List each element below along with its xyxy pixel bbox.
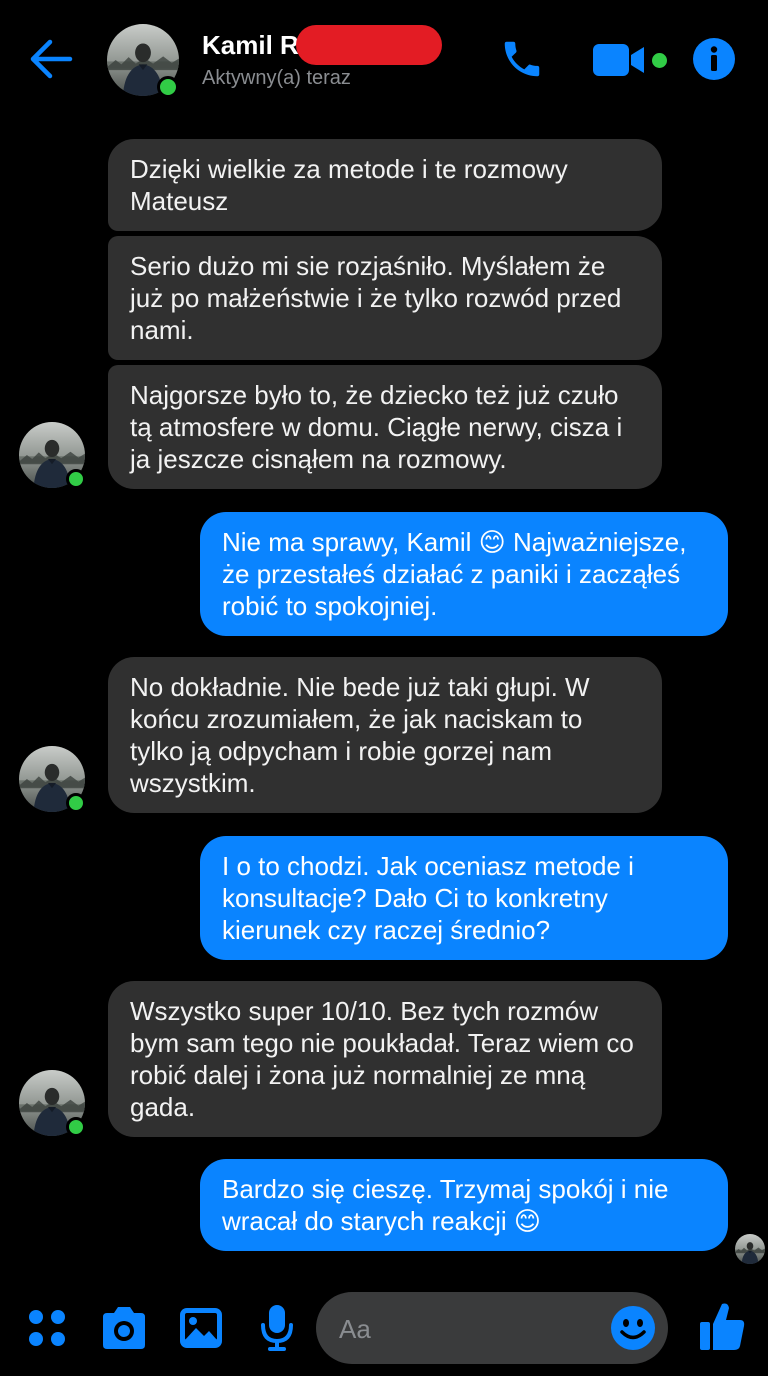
apps-grid-icon[interactable] — [26, 1307, 68, 1349]
contact-name[interactable]: Kamil R — [202, 30, 299, 61]
seen-avatar — [735, 1234, 765, 1264]
camera-icon[interactable] — [99, 1305, 149, 1351]
message-outgoing[interactable]: Bardzo się cieszę. Trzymaj spokój i nie … — [200, 1159, 728, 1251]
message-outgoing[interactable]: Nie ma sprawy, Kamil 😊 Najważniejsze, że… — [200, 512, 728, 636]
redaction-mark — [296, 25, 442, 65]
video-camera-icon[interactable] — [592, 42, 648, 78]
video-active-indicator — [652, 53, 667, 68]
online-indicator — [157, 76, 179, 98]
online-indicator — [66, 793, 86, 813]
back-arrow-icon[interactable] — [26, 34, 76, 84]
emoji-icon[interactable] — [610, 1305, 656, 1351]
microphone-icon[interactable] — [259, 1303, 295, 1353]
gallery-icon[interactable] — [178, 1306, 224, 1350]
phone-icon[interactable] — [497, 36, 547, 82]
chat-header: Kamil R Aktywny(a) teraz — [0, 0, 768, 118]
message-incoming[interactable]: Dzięki wielkie za metode i te rozmowy Ma… — [108, 139, 662, 231]
online-indicator — [66, 1117, 86, 1137]
message-outgoing[interactable]: I o to chodzi. Jak oceniasz metode i kon… — [200, 836, 728, 960]
message-input-placeholder: Aa — [339, 1314, 371, 1344]
message-incoming[interactable]: Wszystko super 10/10. Bez tych rozmów by… — [108, 981, 662, 1137]
thumbs-up-icon[interactable] — [698, 1300, 746, 1352]
message-incoming[interactable]: Serio dużo mi sie rozjaśniło. Myślałem ż… — [108, 236, 662, 360]
message-incoming[interactable]: No dokładnie. Nie bede już taki głupi. W… — [108, 657, 662, 813]
contact-status: Aktywny(a) teraz — [202, 67, 351, 89]
online-indicator — [66, 469, 86, 489]
message-incoming[interactable]: Najgorsze było to, że dziecko też już cz… — [108, 365, 662, 489]
info-icon[interactable] — [692, 37, 736, 81]
